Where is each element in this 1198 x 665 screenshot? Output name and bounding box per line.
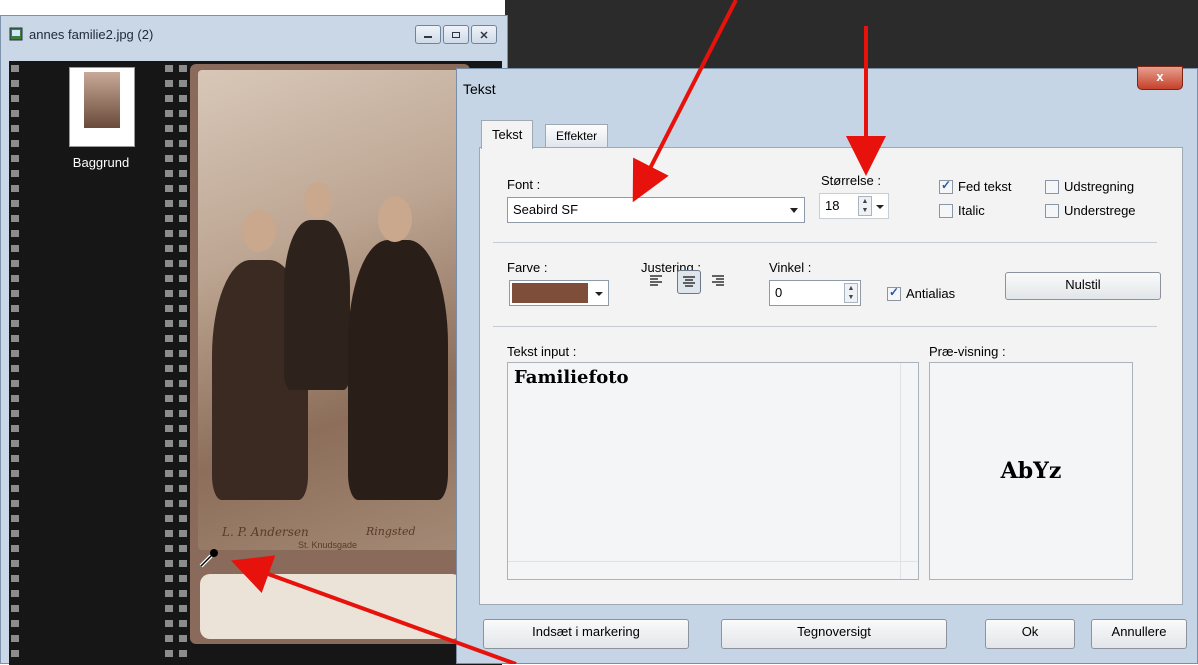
annotation-overlay [230,0,886,664]
arrow-to-font-icon [632,0,738,203]
arrow-to-dropper-icon [230,555,517,664]
